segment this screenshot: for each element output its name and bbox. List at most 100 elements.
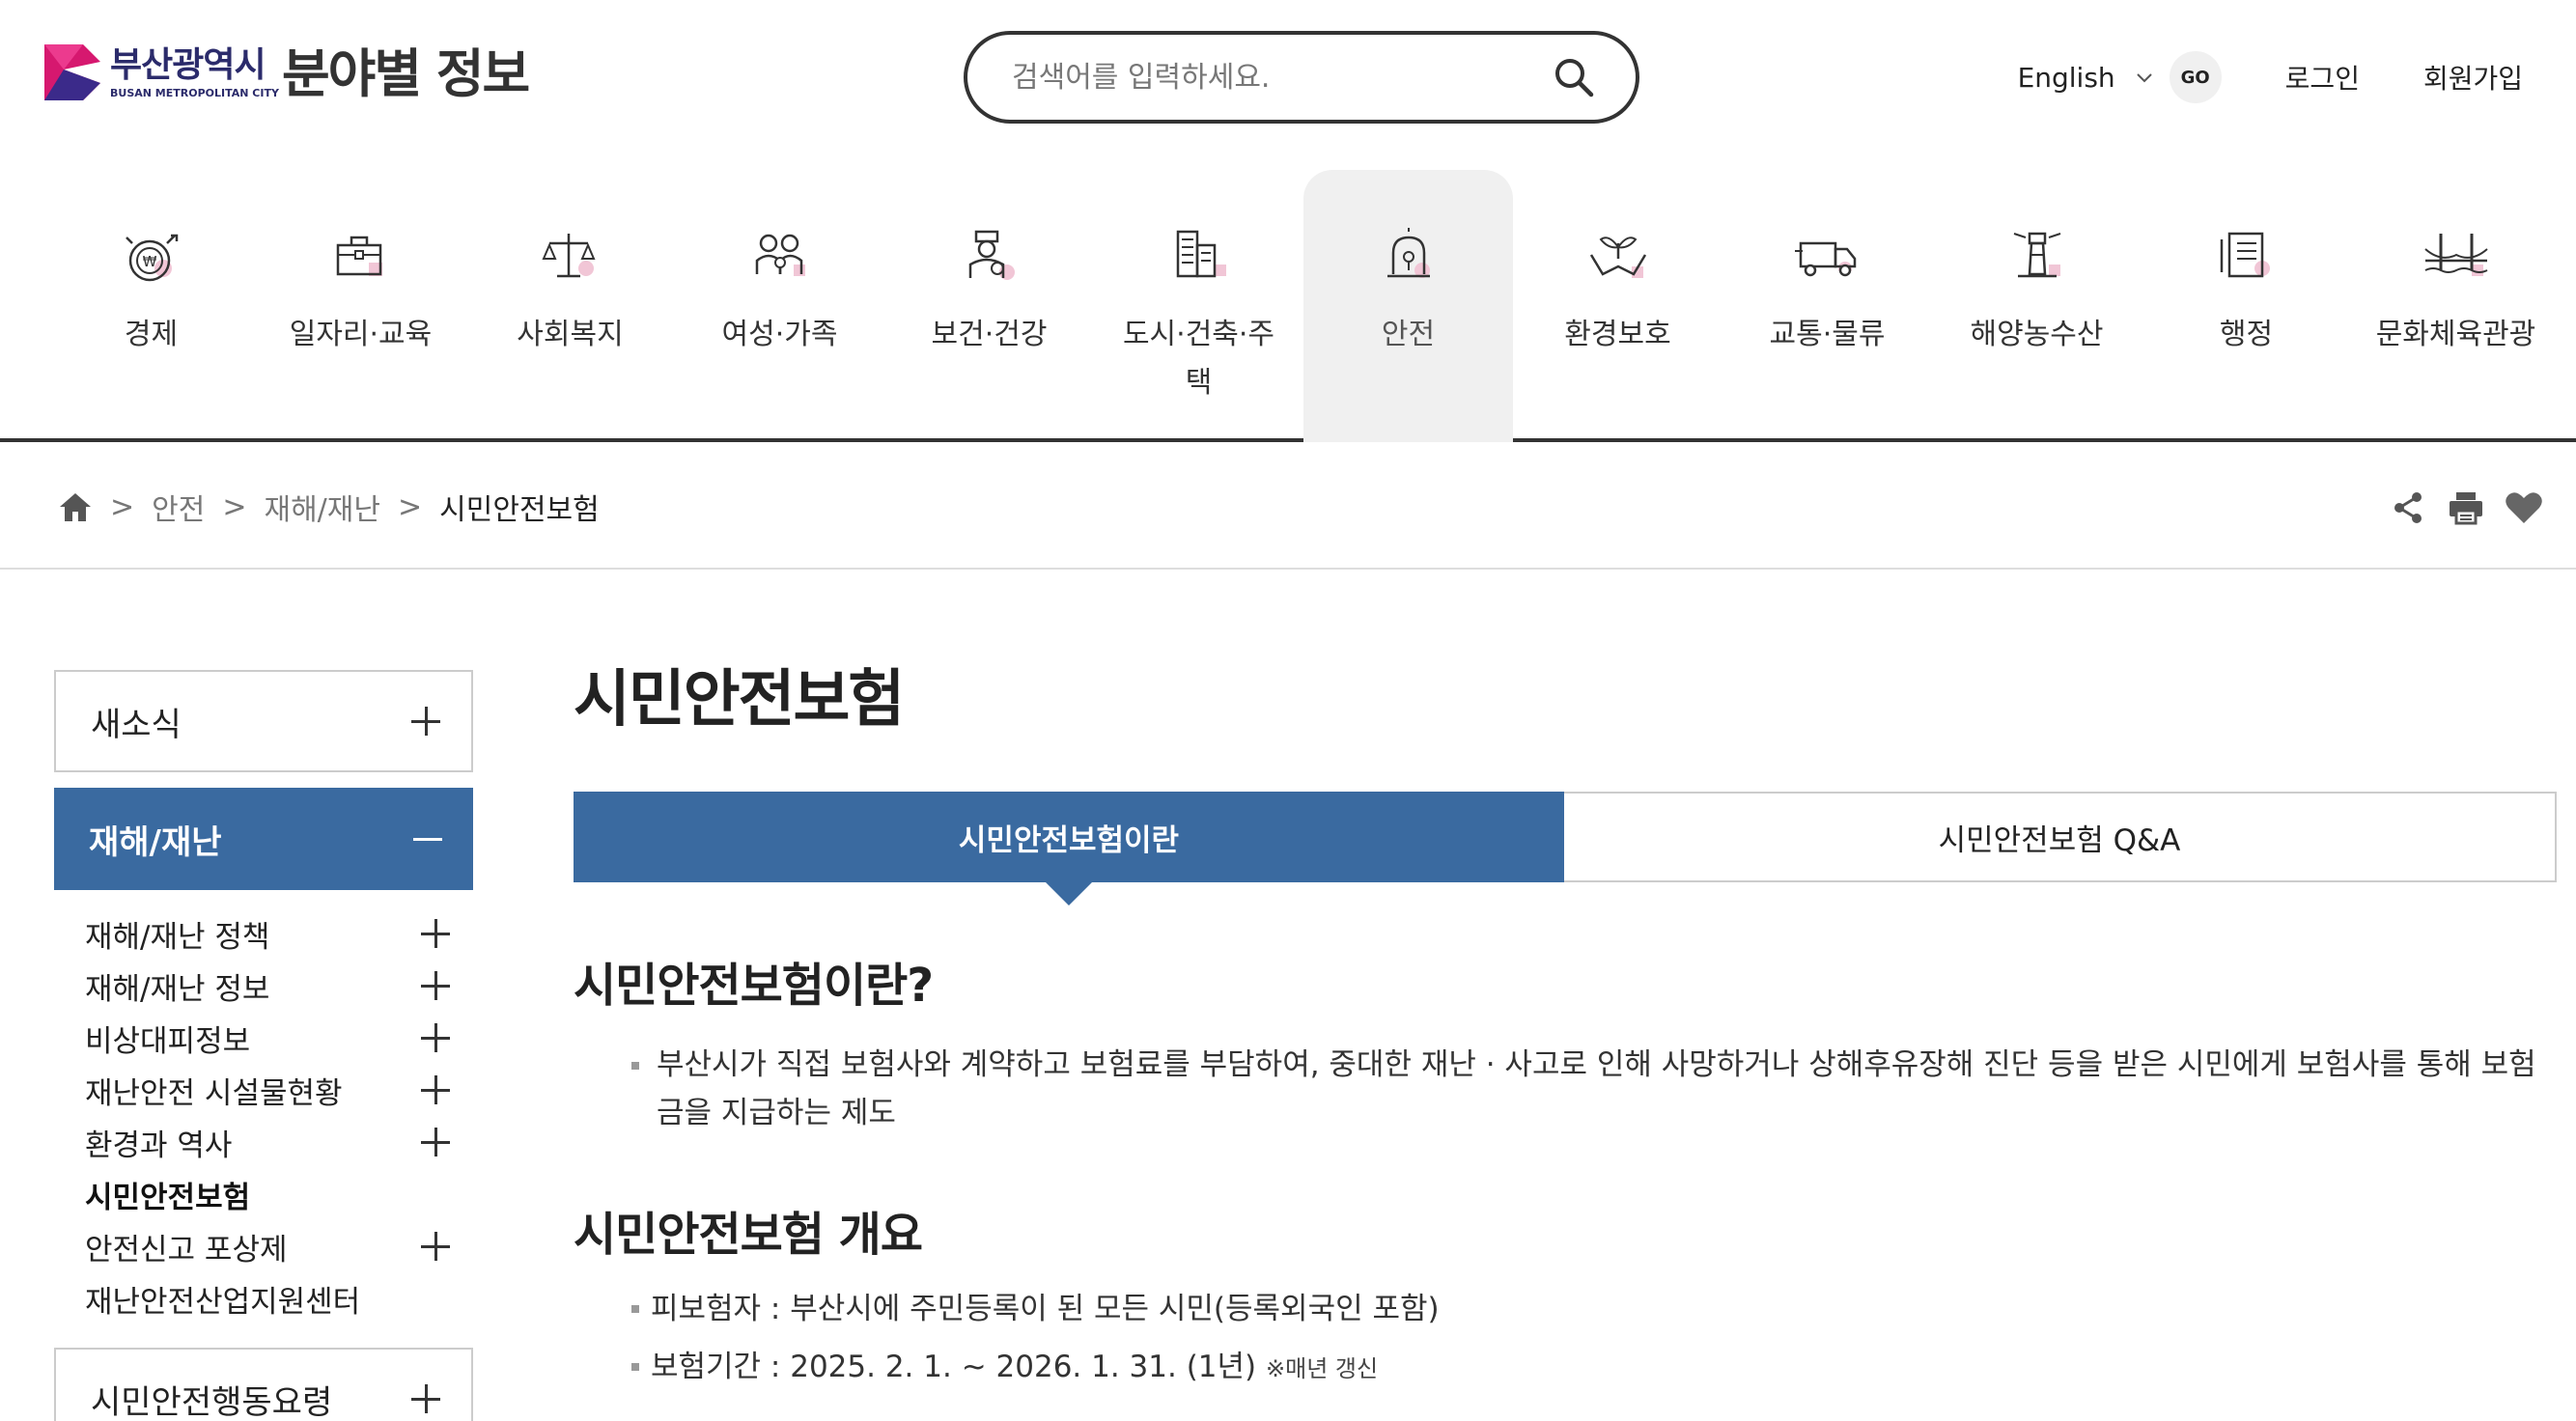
plus-icon [411,707,440,736]
gnb-item-women-family[interactable]: 여성·가족 [675,170,884,442]
minus-icon [413,824,442,853]
about-description: 부산시가 직접 보험사와 계약하고 보험료를 부담하여, 중대한 재난 · 사고… [574,1041,2553,1137]
gnb-label: 행정 [2219,318,2274,351]
lnb-sub-label: 재해/재난 정보 [85,971,270,1007]
economy-coin-icon: ₩ [125,234,178,282]
home-icon[interactable] [58,490,93,523]
main-navigation: ₩ 경제 일자리·교육 사회복지 여성·가족 보건·건강 도시·건축·주택 안전… [0,170,2576,442]
breadcrumb-separator: > [222,489,247,524]
lnb-subitem[interactable]: 재해/재난 정책 [85,907,473,960]
lnb-label: 재해/재난 [89,822,222,862]
plus-icon [421,1023,450,1052]
gnb-label: 사회복지 [517,318,624,351]
print-icon [2450,492,2482,525]
scale-icon [541,234,596,278]
lnb-subitem[interactable]: 비상대피정보 [85,1012,473,1064]
bridge-icon [2423,234,2488,276]
signup-link[interactable]: 회원가입 [2423,58,2523,97]
lnb-sub-label: 환경과 역사 [85,1128,233,1163]
lnb-item-news[interactable]: 새소식 [54,670,473,772]
lnb-label: 새소식 [91,705,182,744]
lnb-subitem[interactable]: 환경과 역사 [85,1116,473,1168]
breadcrumb-item-safety[interactable]: 안전 [152,486,205,528]
list-item: 피보험자 : 부산시에 주민등록이 된 모든 시민(등록외국인 포함) [574,1280,2562,1338]
truck-icon [1794,241,1856,277]
breadcrumb: > 안전 > 재해/재난 > 시민안전보험 [58,483,600,531]
gnb-item-social-welfare[interactable]: 사회복지 [465,170,675,442]
search-icon [1555,59,1594,98]
tab-about[interactable]: 시민안전보험이란 [574,792,1564,906]
plus-icon [421,919,450,948]
gnb-item-environment[interactable]: 환경보호 [1513,170,1722,442]
heart-icon [2506,492,2542,523]
main-content: 시민안전보험 시민안전보험이란 시민안전보험 Q&A 시민안전보험이란? 부산시… [574,656,2562,1398]
gnb-list: ₩ 경제 일자리·교육 사회복지 여성·가족 보건·건강 도시·건축·주택 안전… [46,170,2561,442]
gnb-item-transport-logistics[interactable]: 교통·물류 [1722,170,1932,442]
svg-text:₩: ₩ [142,253,156,270]
language-select[interactable]: English [2018,62,2154,94]
gnb-label: 일자리·교육 [289,318,433,351]
site-header: 부산광역시 BUSAN METROPOLITAN CITY 분야별 정보 Eng… [0,0,2576,154]
breadcrumb-bar: > 안전 > 재해/재난 > 시민안전보험 [0,446,2576,570]
gnb-label: 문화체육관광 [2375,318,2536,351]
gnb-item-marine-agriculture[interactable]: 해양농수산 [1932,170,2142,442]
lnb-subitem[interactable]: 재난안전 시설물현황 [85,1064,473,1116]
gnb-label: 여성·가족 [721,318,838,351]
logo-text: 부산광역시 BUSAN METROPOLITAN CITY [110,45,279,99]
plus-icon [421,1128,450,1156]
lnb-subitem-current[interactable]: 시민안전보험 [85,1168,473,1220]
gnb-item-culture-sports-tourism[interactable]: 문화체육관광 [2351,170,2561,442]
lnb-item-disaster[interactable]: 재해/재난 [54,788,473,890]
language-label: English [2017,61,2115,94]
plus-icon [421,1232,450,1261]
gnb-item-administration[interactable]: 행정 [2142,170,2351,442]
briefcase-icon [336,236,382,276]
lnb-item-safety-guide[interactable]: 시민안전행동요령 [54,1348,473,1421]
lnb-sub-label: 재난안전산업지원센터 [85,1284,361,1320]
gnb-item-city-building-housing[interactable]: 도시·건축·주택 [1094,170,1303,442]
tab-qna[interactable]: 시민안전보험 Q&A [1564,794,2555,880]
breadcrumb-item-disaster[interactable]: 재해/재난 [264,486,380,528]
lnb-subitem[interactable]: 재난안전산업지원센터 [85,1272,473,1324]
page-title: 시민안전보험 [574,664,905,736]
print-button[interactable] [2443,485,2489,531]
gnb-label: 환경보호 [1564,318,1671,351]
busan-logo[interactable]: 부산광역시 BUSAN METROPOLITAN CITY [44,39,279,106]
gnb-label: 안전 [1381,318,1436,351]
siren-icon [1386,228,1430,278]
gnb-item-economy[interactable]: ₩ 경제 [46,170,256,442]
building-icon [1176,230,1226,278]
search-input[interactable] [1012,60,1551,95]
list-item: 보험기간 : 2025. 2. 1. ~ 2026. 1. 31. (1년) ※… [574,1338,2562,1398]
gnb-item-health[interactable]: 보건·건강 [884,170,1094,442]
gnb-label: 해양농수산 [1970,318,2104,351]
renewal-note: ※매년 갱신 [1266,1355,1379,1382]
lnb-sub-label: 시민안전보험 [85,1180,251,1215]
share-icon [2394,492,2422,523]
lnb-sub-label: 재난안전 시설물현황 [85,1075,343,1111]
breadcrumb-separator: > [398,489,423,524]
about-text: 부산시가 직접 보험사와 계약하고 보험료를 부담하여, 중대한 재난 · 사고… [657,1047,2536,1130]
lnb-sub-label: 안전신고 포상제 [85,1232,288,1268]
lnb-sub-label: 비상대피정보 [85,1023,251,1059]
favorite-button[interactable] [2501,485,2547,531]
lnb-subitem[interactable]: 재해/재난 정보 [85,960,473,1012]
site-title[interactable]: 분야별 정보 [282,41,530,108]
gnb-label: 도시·건축·주택 [1122,318,1275,400]
overview-list: 피보험자 : 부산시에 주민등록이 된 모든 시민(등록외국인 포함) 보험기간… [574,1280,2562,1398]
gnb-label: 교통·물류 [1769,318,1886,351]
lnb-subitem[interactable]: 안전신고 포상제 [85,1220,473,1272]
breadcrumb-item-current[interactable]: 시민안전보험 [439,486,600,528]
gnb-item-jobs-education[interactable]: 일자리·교육 [256,170,465,442]
gnb-item-safety[interactable]: 안전 [1303,170,1513,442]
logo-english: BUSAN METROPOLITAN CITY [110,86,279,99]
share-button[interactable] [2385,485,2431,531]
search-button[interactable] [1551,54,1597,100]
plus-icon [421,971,450,1000]
language-go-button[interactable]: GO [2169,51,2222,103]
utility-menu: English GO 로그인 회원가입 [2018,48,2523,106]
login-link[interactable]: 로그인 [2285,58,2360,97]
overview-period: 보험기간 : 2025. 2. 1. ~ 2026. 1. 31. (1년) [651,1350,1257,1384]
doctor-icon [968,230,1015,280]
gnb-label: 보건·건강 [931,318,1048,351]
